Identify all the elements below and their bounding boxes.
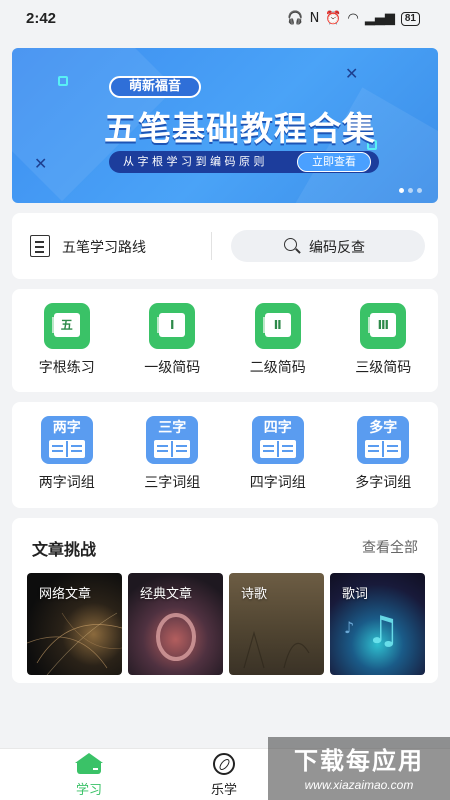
banner-headline: 五笔基础教程合集 [104, 109, 376, 148]
phrase-item[interactable]: 四字 四字词组 [228, 416, 328, 492]
tile-label: 经典文章 [140, 587, 193, 602]
practice-icon-glyph: Ⅰ [157, 313, 186, 337]
phrase-label: 两字词组 [38, 475, 95, 491]
tile-label: 网络文章 [39, 587, 92, 602]
article-challenge-card: 文章挑战 查看全部 网络文章 经典文章 诗歌 ♫ ♪ 歌词 [12, 518, 438, 683]
article-tiles: 网络文章 经典文章 诗歌 ♫ ♪ 歌词 [27, 573, 425, 675]
headphones-icon: 🎧 [287, 11, 304, 26]
phrase-label: 三字词组 [144, 475, 201, 491]
phrase-label: 多字词组 [355, 475, 412, 491]
page-dot [408, 188, 413, 193]
practice-card: 五字根练习 Ⅰ 一级简码 Ⅱ 二级简码 Ⅲ 三级简码 [12, 289, 438, 392]
book-icon: 四字 [251, 416, 304, 464]
banner-page-indicator [399, 188, 422, 193]
article-tile-lyrics[interactable]: ♫ ♪ 歌词 [330, 573, 425, 675]
practice-icon: 五 [43, 303, 90, 349]
practice-label: 二级简码 [249, 360, 306, 376]
status-icons: 🎧 N ⏰ ◠ ▂▄▆ 81 [287, 11, 420, 26]
book-icon: 多字 [357, 416, 410, 464]
page-dot [399, 188, 404, 193]
book-icon: 两字 [40, 416, 93, 464]
book-icon-glyph: 两字 [52, 420, 81, 436]
practice-label: 字根练习 [38, 360, 95, 376]
route-card: 五笔学习路线 编码反查 [12, 213, 438, 279]
practice-label: 三级简码 [355, 360, 412, 376]
tab-label: 学习 [75, 783, 102, 798]
watermark-url: www.xiazaimao.com [304, 778, 414, 792]
watermark-title: 下载每应用 [294, 747, 424, 775]
article-tile-web[interactable]: 网络文章 [27, 573, 122, 675]
page-dot [417, 188, 422, 193]
practice-icon: Ⅲ [360, 303, 407, 349]
code-lookup-button[interactable]: 编码反查 [231, 230, 425, 262]
practice-icon-glyph: Ⅲ [368, 313, 397, 337]
search-icon [284, 238, 297, 251]
status-bar: 2:42 🎧 N ⏰ ◠ ▂▄▆ 81 [0, 0, 450, 38]
status-time: 2:42 [26, 10, 57, 27]
book-icon-glyph: 多字 [369, 420, 398, 436]
alarm-icon: ⏰ [325, 11, 342, 26]
tab-fun-learning[interactable]: 乐学 [184, 753, 264, 798]
divider [211, 232, 212, 260]
practice-item[interactable]: 五字根练习 [17, 303, 117, 377]
tile-label: 诗歌 [241, 587, 268, 602]
svg-text:♪: ♪ [344, 618, 354, 637]
home-icon [75, 753, 103, 775]
practice-icon-glyph: Ⅱ [262, 313, 291, 337]
learning-route-label: 五笔学习路线 [62, 240, 146, 256]
signal-icon: ▂▄▆ [364, 11, 395, 26]
practice-label: 一级简码 [144, 360, 201, 376]
book-icon-glyph: 四字 [263, 420, 292, 436]
banner-cta-button[interactable]: 立即查看 [297, 152, 371, 172]
practice-icon: Ⅰ [149, 303, 196, 349]
banner-tag: 萌新福音 [109, 76, 201, 98]
nfc-icon: N [309, 11, 320, 26]
phrase-grid: 两字 两字词组 三字 三字词组 四字 四字词组 多字 多字词组 [12, 416, 438, 492]
square-decoration-icon [58, 76, 68, 86]
practice-icon: Ⅱ [254, 303, 301, 349]
phrase-item[interactable]: 三字 三字词组 [122, 416, 222, 492]
book-icon-glyph: 三字 [158, 420, 187, 436]
view-all-link[interactable]: 查看全部 [362, 537, 418, 557]
phrase-label: 四字词组 [249, 475, 306, 491]
wifi-icon: ◠ [347, 11, 359, 26]
practice-item[interactable]: Ⅰ 一级简码 [122, 303, 222, 377]
code-lookup-label: 编码反查 [309, 240, 365, 256]
practice-icon-glyph: 五 [51, 313, 80, 337]
cross-decoration-icon: ✕ [345, 64, 359, 83]
promo-banner[interactable]: ✕ ✕ 萌新福音 五笔基础教程合集 从 字 根 学 习 到 编 码 原 则 立即… [12, 48, 438, 203]
tab-label: 乐学 [210, 783, 237, 798]
practice-grid: 五字根练习 Ⅰ 一级简码 Ⅱ 二级简码 Ⅲ 三级简码 [12, 303, 438, 377]
document-icon [30, 235, 50, 257]
section-title: 文章挑战 [32, 540, 97, 559]
tile-label: 歌词 [342, 587, 369, 602]
phrase-item[interactable]: 两字 两字词组 [17, 416, 117, 492]
article-tile-poetry[interactable]: 诗歌 [229, 573, 324, 675]
phrase-item[interactable]: 多字 多字词组 [333, 416, 433, 492]
practice-item[interactable]: Ⅲ 三级简码 [333, 303, 433, 377]
cross-decoration-icon: ✕ [34, 154, 48, 173]
compass-icon [213, 753, 235, 775]
practice-item[interactable]: Ⅱ 二级简码 [228, 303, 328, 377]
tab-study[interactable]: 学习 [49, 753, 129, 798]
watermark: 下载每应用 www.xiazaimao.com [268, 737, 450, 800]
phrase-card: 两字 两字词组 三字 三字词组 四字 四字词组 多字 多字词组 [12, 402, 438, 508]
article-tile-classic[interactable]: 经典文章 [128, 573, 223, 675]
book-icon: 三字 [146, 416, 199, 464]
battery-icon: 81 [400, 11, 420, 26]
svg-text:♫: ♫ [366, 608, 400, 652]
